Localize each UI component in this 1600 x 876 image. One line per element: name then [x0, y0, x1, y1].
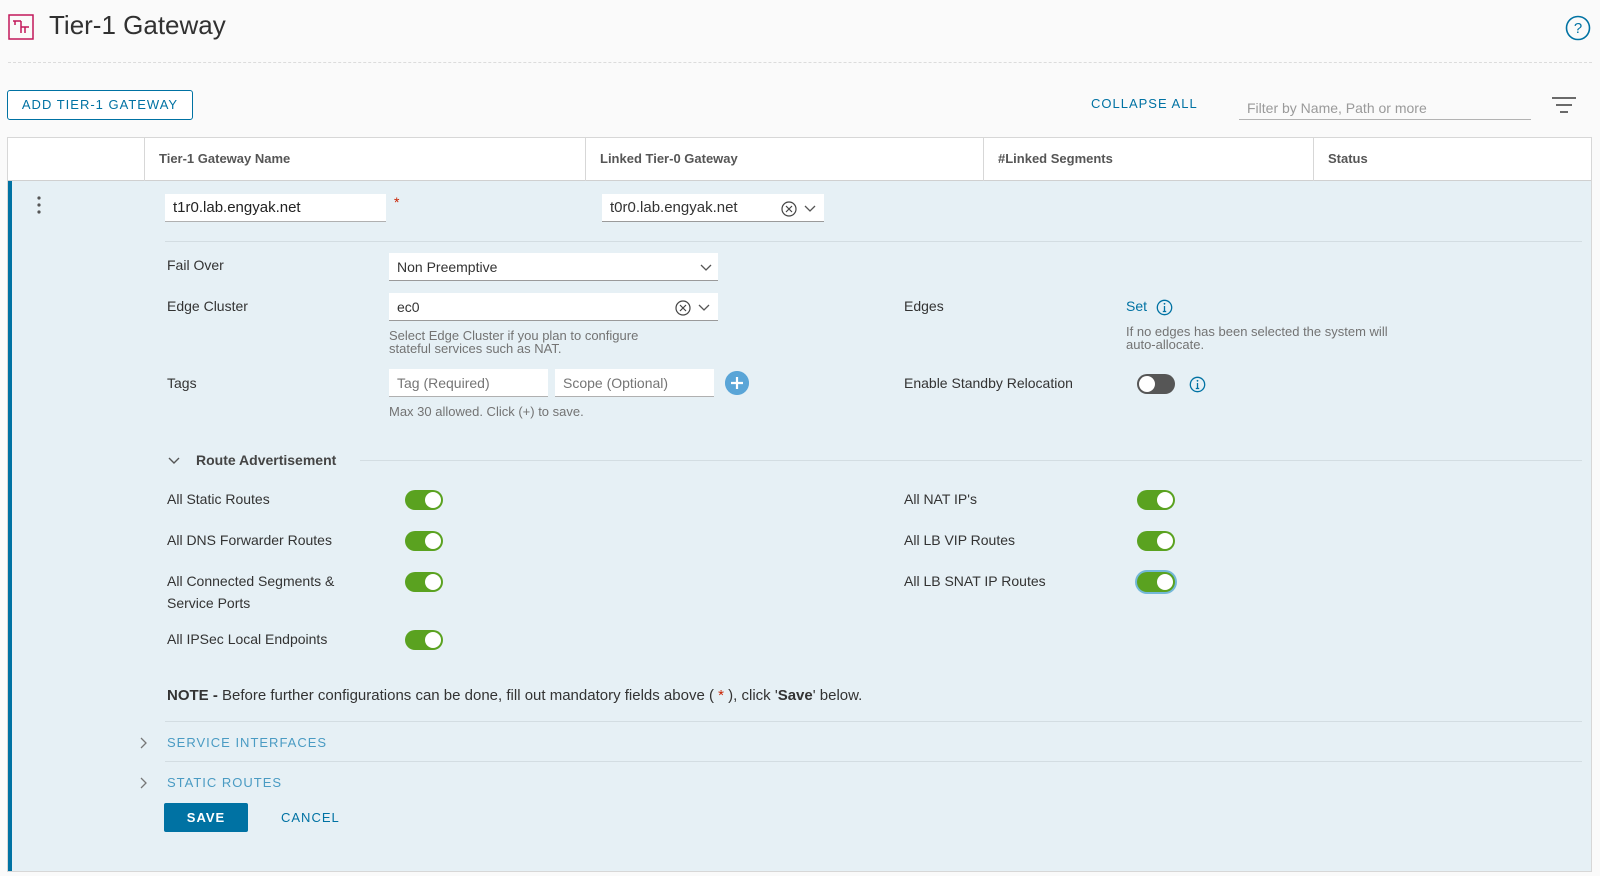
edge-cluster-hint-2: stateful services such as NAT.: [389, 341, 562, 356]
save-button[interactable]: SAVE: [164, 803, 248, 832]
all-lb-vip-label: All LB VIP Routes: [904, 532, 1016, 548]
all-ipsec-label: All IPSec Local Endpoints: [167, 631, 328, 647]
tags-label: Tags: [167, 375, 197, 391]
toggle-knob: [1157, 492, 1173, 508]
gateway-name-field[interactable]: t1r0.lab.engyak.net: [165, 194, 386, 222]
route-adv-chevron-down-icon[interactable]: [168, 457, 180, 465]
standby-relocation-toggle[interactable]: [1137, 374, 1175, 394]
failover-label: Fail Over: [167, 257, 224, 273]
all-connected-segments-toggle[interactable]: [405, 572, 443, 592]
all-lb-snat-toggle[interactable]: [1137, 572, 1175, 592]
add-tag-icon[interactable]: [725, 371, 749, 395]
table-row-editing: t1r0.lab.engyak.net * t0r0.lab.engyak.ne…: [8, 181, 1591, 871]
route-adv-divider: [360, 460, 1582, 461]
cancel-button[interactable]: CANCEL: [281, 810, 340, 825]
static-routes-section[interactable]: STATIC ROUTES: [167, 775, 282, 790]
all-dns-forwarder-label: All DNS Forwarder Routes: [167, 532, 332, 548]
edges-info-icon[interactable]: [1156, 299, 1173, 316]
all-ipsec-toggle[interactable]: [405, 630, 443, 650]
standby-info-icon[interactable]: [1189, 376, 1206, 393]
gateway-table: Tier-1 Gateway Name Linked Tier-0 Gatewa…: [7, 137, 1592, 872]
column-select: [8, 138, 144, 181]
all-lb-snat-label: All LB SNAT IP Routes: [904, 573, 1046, 589]
column-gateway-name: Tier-1 Gateway Name: [144, 138, 585, 181]
required-mark: *: [394, 194, 400, 210]
tier0-chevron-down-icon[interactable]: [804, 205, 816, 213]
toggle-knob: [425, 574, 441, 590]
edges-set-link[interactable]: Set: [1126, 298, 1147, 314]
tags-hint: Max 30 allowed. Click (+) to save.: [389, 404, 584, 419]
filter-icon[interactable]: [1551, 96, 1577, 114]
help-icon[interactable]: ?: [1565, 15, 1591, 41]
static-routes-chevron-right-icon[interactable]: [140, 777, 148, 789]
edge-cluster-select[interactable]: ec0: [389, 293, 718, 321]
toggle-knob: [1157, 574, 1173, 590]
edge-cluster-chevron-down-icon[interactable]: [698, 304, 710, 312]
filter-input[interactable]: [1239, 96, 1531, 120]
header-divider: [8, 62, 1592, 63]
toggle-knob: [425, 632, 441, 648]
toggle-knob: [1157, 533, 1173, 549]
tag-input[interactable]: [389, 369, 548, 397]
standby-relocation-label: Enable Standby Relocation: [904, 375, 1073, 391]
all-dns-forwarder-toggle[interactable]: [405, 531, 443, 551]
all-static-routes-toggle[interactable]: [405, 490, 443, 510]
kebab-menu-icon[interactable]: [34, 195, 44, 215]
service-interfaces-chevron-right-icon[interactable]: [140, 737, 148, 749]
scope-input[interactable]: [555, 369, 714, 397]
column-linked-tier0: Linked Tier-0 Gateway: [585, 138, 983, 181]
add-tier1-gateway-button[interactable]: ADD TIER-1 GATEWAY: [7, 90, 193, 120]
column-status: Status: [1313, 138, 1591, 181]
row-divider: [165, 241, 1582, 242]
all-nat-ips-label: All NAT IP's: [904, 491, 977, 507]
all-lb-vip-toggle[interactable]: [1137, 531, 1175, 551]
route-advertisement-title[interactable]: Route Advertisement: [196, 452, 336, 468]
edge-cluster-value: ec0: [397, 299, 420, 315]
failover-select[interactable]: Non Preemptive: [389, 253, 718, 281]
toggle-knob: [425, 492, 441, 508]
failover-chevron-down-icon[interactable]: [700, 264, 712, 272]
toggle-knob: [425, 533, 441, 549]
clear-tier0-icon[interactable]: [781, 201, 797, 217]
edge-cluster-label: Edge Cluster: [167, 298, 248, 314]
all-static-routes-label: All Static Routes: [167, 491, 270, 507]
clear-edge-cluster-icon[interactable]: [675, 300, 691, 316]
svg-text:?: ?: [1574, 20, 1582, 37]
toggle-knob: [1139, 376, 1155, 392]
column-linked-segments: #Linked Segments: [983, 138, 1313, 181]
mandatory-fields-note: NOTE - Before further configurations can…: [167, 687, 863, 704]
linked-tier0-value: t0r0.lab.engyak.net: [610, 199, 738, 216]
all-connected-segments-label-2: Service Ports: [167, 595, 251, 611]
service-interfaces-section[interactable]: SERVICE INTERFACES: [167, 735, 327, 750]
edges-label: Edges: [904, 298, 944, 314]
table-header: Tier-1 Gateway Name Linked Tier-0 Gatewa…: [8, 138, 1591, 181]
all-nat-ips-toggle[interactable]: [1137, 490, 1175, 510]
all-connected-segments-label-1: All Connected Segments &: [167, 573, 335, 589]
failover-value: Non Preemptive: [397, 259, 498, 275]
collapse-all-button[interactable]: COLLAPSE ALL: [1091, 96, 1198, 111]
section-divider: [165, 761, 1582, 762]
page-title: Tier-1 Gateway: [49, 10, 226, 40]
edges-hint-2: auto-allocate.: [1126, 337, 1205, 352]
note-divider: [165, 721, 1582, 722]
gateway-icon: [8, 14, 34, 40]
